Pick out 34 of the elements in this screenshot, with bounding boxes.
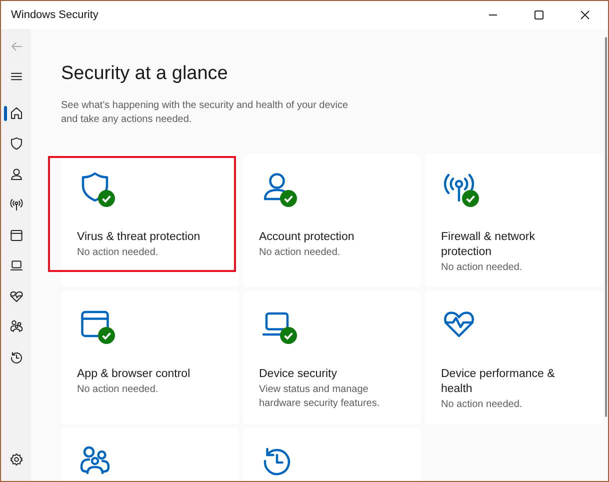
card-status: No action needed.: [259, 246, 342, 260]
card-title: App & browser control: [77, 367, 192, 382]
card-title: Device security: [259, 367, 338, 382]
feature-card[interactable]: App & browser control No action needed.: [61, 291, 239, 424]
card-title: Firewall & network protection: [441, 230, 536, 260]
feature-card[interactable]: Device security View status and manage hardware security features.: [243, 291, 421, 424]
family-icon: [8, 319, 24, 334]
home-icon: [8, 106, 24, 121]
scrollbar[interactable]: [605, 37, 607, 417]
card-status: No action needed.: [441, 261, 524, 275]
card-status: View status and manage hardware security features.: [259, 383, 381, 411]
maximize-icon: [534, 10, 544, 20]
page-title: Security at a glance: [61, 63, 229, 85]
feature-card[interactable]: Firewall & network protection No action needed.: [425, 154, 603, 287]
laptop-icon: [8, 258, 24, 274]
feature-card[interactable]: Virus & threat protection No action needed.: [61, 154, 239, 287]
history-icon: [8, 350, 24, 365]
shield-icon: [8, 136, 24, 152]
feature-card[interactable]: Device performance & health No action needed.: [425, 291, 603, 424]
close-icon: [580, 10, 590, 20]
card-status: No action needed.: [77, 246, 160, 260]
window-title: Windows Security: [10, 9, 100, 21]
card-title: Account protection: [259, 230, 356, 245]
card-title: Virus & threat protection: [77, 230, 202, 245]
card-status: No action needed.: [77, 383, 160, 397]
feature-card[interactable]: Account protection No action needed.: [243, 154, 421, 287]
heart-pulse-icon: [8, 288, 24, 304]
card-status: No action needed.: [441, 398, 524, 412]
person-icon: [8, 166, 24, 182]
page-description: See what's happening with the security and health of your device and take any actions needed.: [61, 99, 350, 127]
browser-window-icon: [8, 228, 24, 243]
settings-icon: [8, 452, 24, 468]
antenna-icon: [8, 197, 24, 212]
card-title: Device performance & health: [441, 367, 556, 397]
